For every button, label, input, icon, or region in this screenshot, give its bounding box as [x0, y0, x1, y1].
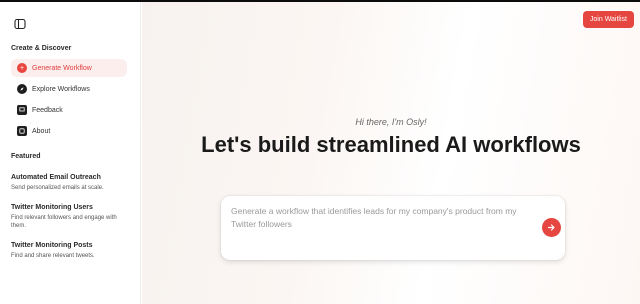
sidebar: Create & Discover + Generate Workflow Ex…: [0, 2, 141, 304]
prompt-input[interactable]: Generate a workflow that identifies lead…: [231, 205, 531, 231]
send-button[interactable]: [542, 218, 561, 237]
sidebar-item-feedback[interactable]: Feedback: [11, 101, 127, 119]
sidebar-item-label: Explore Workflows: [32, 85, 90, 93]
message-icon: [17, 105, 27, 115]
sidebar-item-label: Feedback: [32, 106, 63, 114]
sidebar-item-generate-workflow[interactable]: + Generate Workflow: [11, 59, 127, 77]
featured-item-desc: Send personalized emails at scale.: [11, 185, 104, 191]
sidebar-item-explore-workflows[interactable]: Explore Workflows: [11, 80, 127, 98]
featured-item-title: Twitter Monitoring Users: [11, 204, 93, 211]
featured-item-twitter-posts[interactable]: Twitter Monitoring Posts Find and share …: [11, 241, 131, 260]
featured-item-title: Twitter Monitoring Posts: [11, 242, 93, 249]
create-discover-heading: Create & Discover: [11, 45, 72, 52]
sidebar-item-about[interactable]: About: [11, 122, 127, 140]
featured-heading: Featured: [11, 153, 41, 160]
join-waitlist-button[interactable]: Join Waitlist: [582, 11, 634, 28]
greeting-text: Hi there, I'm Osly!: [355, 117, 427, 127]
sidebar-toggle-icon[interactable]: [14, 18, 26, 30]
arrow-right-icon: [547, 224, 555, 231]
main-area: Join Waitlist Hi there, I'm Osly! Let's …: [142, 2, 640, 304]
compass-icon: [17, 84, 27, 94]
info-icon: [17, 126, 27, 136]
featured-item-title: Automated Email Outreach: [11, 174, 101, 181]
plus-icon: +: [17, 63, 27, 73]
featured-item-twitter-users[interactable]: Twitter Monitoring Users Find relevant f…: [11, 203, 131, 230]
prompt-input-box[interactable]: Generate a workflow that identifies lead…: [221, 196, 565, 260]
sidebar-item-label: About: [32, 127, 51, 135]
featured-item-desc: Find relevant followers and engage with …: [11, 215, 117, 229]
sidebar-item-label: Generate Workflow: [32, 64, 92, 72]
featured-item-desc: Find and share relevant tweets.: [11, 253, 95, 259]
featured-item-email-outreach[interactable]: Automated Email Outreach Send personaliz…: [11, 173, 131, 192]
page-title: Let's build streamlined AI workflows: [201, 132, 581, 157]
